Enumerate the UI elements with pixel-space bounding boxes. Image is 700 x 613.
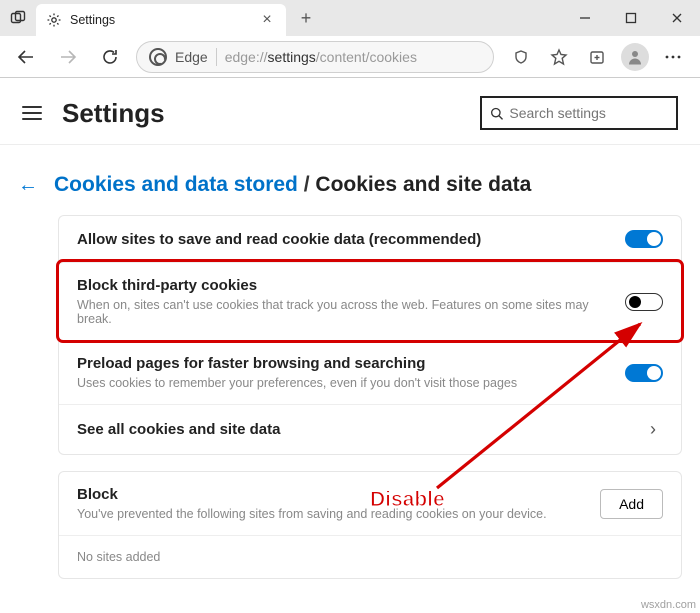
toggle-block-third-party[interactable] <box>625 293 663 311</box>
row-desc: When on, sites can't use cookies that tr… <box>77 298 611 326</box>
tab-actions-icon[interactable] <box>0 0 36 36</box>
row-block-third-party: Block third-party cookies When on, sites… <box>59 262 681 340</box>
nav-back-button[interactable] <box>10 41 42 73</box>
profile-button[interactable] <box>618 40 652 74</box>
url-brand: Edge <box>175 49 208 65</box>
gear-icon <box>46 12 62 28</box>
browser-tab[interactable]: Settings × <box>36 4 286 36</box>
row-title: Allow sites to save and read cookie data… <box>77 231 611 248</box>
row-title: Block third-party cookies <box>77 277 611 294</box>
close-tab-button[interactable]: × <box>258 11 276 29</box>
settings-content: ← Cookies and data stored / Cookies and … <box>0 145 700 579</box>
row-preload-pages: Preload pages for faster browsing and se… <box>59 340 681 404</box>
chevron-right-icon: › <box>643 419 663 440</box>
row-desc: Uses cookies to remember your preference… <box>77 376 611 390</box>
nav-forward-button[interactable] <box>52 41 84 73</box>
breadcrumb-back-button[interactable]: ← <box>18 174 38 197</box>
collections-button[interactable] <box>580 40 614 74</box>
settings-header: Settings <box>0 78 700 145</box>
window-minimize-button[interactable] <box>562 0 608 36</box>
tab-title: Settings <box>70 13 250 27</box>
toggle-preload-pages[interactable] <box>625 364 663 382</box>
url-separator <box>216 48 217 66</box>
settings-search-input[interactable] <box>509 105 668 121</box>
row-desc: You've prevented the following sites fro… <box>77 507 586 521</box>
row-see-all-cookies[interactable]: See all cookies and site data › <box>59 404 681 454</box>
site-identity-icon <box>149 48 167 66</box>
add-blocked-site-button[interactable]: Add <box>600 489 663 519</box>
row-title: See all cookies and site data <box>77 421 629 438</box>
window-titlebar: Settings × + <box>0 0 700 36</box>
row-block-section: Block You've prevented the following sit… <box>59 472 681 535</box>
breadcrumb-parent-link[interactable]: Cookies and data stored <box>54 173 298 196</box>
row-title: Block <box>77 486 586 503</box>
breadcrumb-current: Cookies and site data <box>315 173 531 196</box>
watermark: wsxdn.com <box>641 599 696 611</box>
breadcrumb: ← Cookies and data stored / Cookies and … <box>18 173 682 197</box>
cookie-settings-group: Allow sites to save and read cookie data… <box>58 215 682 455</box>
breadcrumb-sep: / <box>304 173 310 196</box>
window-close-button[interactable] <box>654 0 700 36</box>
block-empty-state: No sites added <box>59 535 681 578</box>
url-omnibox[interactable]: Edge edge://settings/content/cookies <box>136 41 494 73</box>
app-menu-button[interactable] <box>656 40 690 74</box>
tracking-prevention-icon[interactable] <box>504 40 538 74</box>
page-title: Settings <box>62 98 165 129</box>
row-allow-cookies: Allow sites to save and read cookie data… <box>59 216 681 262</box>
toggle-allow-cookies[interactable] <box>625 230 663 248</box>
row-title: Preload pages for faster browsing and se… <box>77 355 611 372</box>
address-bar: Edge edge://settings/content/cookies <box>0 36 700 78</box>
settings-search[interactable] <box>480 96 678 130</box>
url-text: edge://settings/content/cookies <box>225 49 417 65</box>
search-icon <box>490 106 503 121</box>
new-tab-button[interactable]: + <box>290 2 322 34</box>
settings-menu-button[interactable] <box>22 106 42 120</box>
block-sites-group: Block You've prevented the following sit… <box>58 471 682 579</box>
favorites-button[interactable] <box>542 40 576 74</box>
window-maximize-button[interactable] <box>608 0 654 36</box>
nav-refresh-button[interactable] <box>94 41 126 73</box>
